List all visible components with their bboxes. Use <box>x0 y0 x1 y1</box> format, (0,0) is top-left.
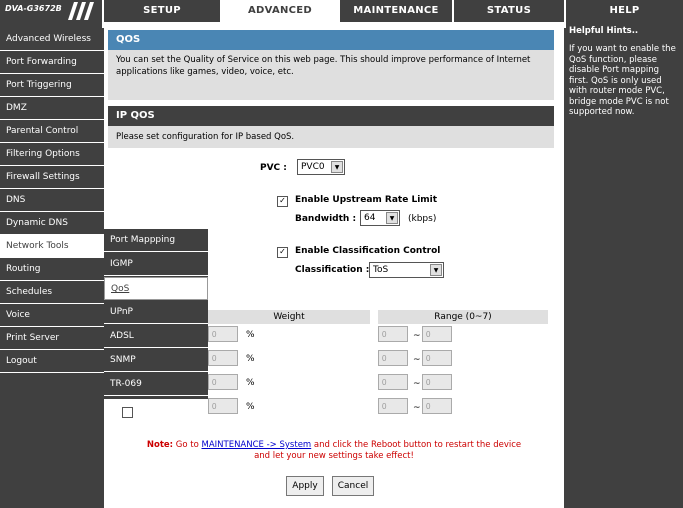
note-text: and let your new settings take effect! <box>254 451 414 461</box>
submenu-item-igmp[interactable]: IGMP <box>104 253 208 276</box>
range-header: Range (0~7) <box>378 310 548 324</box>
weight-input[interactable] <box>208 374 238 390</box>
sidebar-item-dns[interactable]: DNS <box>0 189 104 212</box>
ipqos-header-bar: IP QOS <box>108 106 554 126</box>
range-tilde: ~ <box>413 403 421 413</box>
sidebar-item-voice[interactable]: Voice <box>0 304 104 327</box>
range-from-input[interactable] <box>378 350 408 366</box>
row-checkbox[interactable] <box>122 407 133 418</box>
range-tilde: ~ <box>413 379 421 389</box>
tab-maintenance[interactable]: MAINTENANCE <box>338 0 452 22</box>
submenu-item-snmp[interactable]: SNMP <box>104 349 208 372</box>
sidebar-item-dynamic-dns[interactable]: Dynamic DNS <box>0 212 104 235</box>
range-from-input[interactable] <box>378 398 408 414</box>
range-to-input[interactable] <box>422 326 452 342</box>
classification-select[interactable]: ToS ▼ <box>369 262 444 278</box>
qos-section: QOS You can set the Quality of Service o… <box>108 30 554 100</box>
percent-label: % <box>246 354 255 364</box>
model-name: DVA-G3672B <box>5 4 62 13</box>
helpful-hints-panel: Helpful Hints.. If you want to enable th… <box>566 22 683 508</box>
percent-label: % <box>246 330 255 340</box>
chevron-down-icon: ▼ <box>430 264 442 276</box>
upstream-rate-checkbox[interactable]: ✓ <box>277 196 288 207</box>
bandwidth-select[interactable]: 64 ▼ <box>360 210 400 226</box>
range-tilde: ~ <box>413 355 421 365</box>
range-tilde: ~ <box>413 331 421 341</box>
reboot-note: Note: Go to MAINTENANCE -> System and cl… <box>104 440 564 462</box>
submenu-item-qos[interactable]: QoS <box>104 277 208 300</box>
sidebar-item-network-tools[interactable]: Network Tools <box>0 235 104 258</box>
percent-label: % <box>246 378 255 388</box>
bandwidth-unit: (kbps) <box>408 214 437 224</box>
submenu-item-upnp[interactable]: UPnP <box>104 301 208 324</box>
note-prefix: Note: <box>146 440 174 450</box>
classification-label: Classification : <box>295 265 370 275</box>
sidebar-item-routing[interactable]: Routing <box>0 258 104 281</box>
classification-checkbox[interactable]: ✓ <box>277 247 288 258</box>
upstream-rate-label: Enable Upstream Rate Limit <box>295 195 438 205</box>
range-to-input[interactable] <box>422 374 452 390</box>
tab-help[interactable]: HELP <box>564 0 683 22</box>
submenu-item-tr069[interactable]: TR-069 <box>104 373 208 396</box>
weight-header: Weight <box>208 310 370 324</box>
sidebar-item-firewall-settings[interactable]: Firewall Settings <box>0 166 104 189</box>
submenu-item-port-mapping[interactable]: Port Mappping <box>104 229 208 252</box>
range-to-input[interactable] <box>422 350 452 366</box>
chevron-down-icon: ▼ <box>331 161 343 173</box>
hints-title: Helpful Hints.. <box>569 26 639 36</box>
note-text: Go to <box>173 440 202 450</box>
tab-status[interactable]: STATUS <box>452 0 564 22</box>
sidebar-item-port-triggering[interactable]: Port Triggering <box>0 74 104 97</box>
sidebar-item-print-server[interactable]: Print Server <box>0 327 104 350</box>
sidebar-item-advanced-wireless[interactable]: Advanced Wireless <box>0 28 104 51</box>
logo-bars-icon <box>68 2 94 20</box>
sidebar-item-dmz[interactable]: DMZ <box>0 97 104 120</box>
ipqos-intro: Please set configuration for IP based Qo… <box>108 126 554 148</box>
classification-enable-label: Enable Classification Control <box>295 246 441 256</box>
submenu-item-adsl[interactable]: ADSL <box>104 325 208 348</box>
range-from-input[interactable] <box>378 326 408 342</box>
range-from-input[interactable] <box>378 374 408 390</box>
weight-input[interactable] <box>208 398 238 414</box>
sidebar-item-port-forwarding[interactable]: Port Forwarding <box>0 51 104 74</box>
maintenance-system-link[interactable]: MAINTENANCE -> System <box>202 440 312 450</box>
sidebar: Advanced Wireless Port Forwarding Port T… <box>0 28 104 508</box>
sidebar-item-parental-control[interactable]: Parental Control <box>0 120 104 143</box>
cancel-button[interactable]: Cancel <box>332 476 374 496</box>
pvc-label: PVC : <box>260 163 287 173</box>
bandwidth-label: Bandwidth : <box>295 214 357 224</box>
hints-text: If you want to enable the QoS function, … <box>569 44 676 117</box>
range-to-input[interactable] <box>422 398 452 414</box>
classification-value: ToS <box>373 265 389 275</box>
weight-input[interactable] <box>208 326 238 342</box>
percent-label: % <box>246 402 255 412</box>
apply-button[interactable]: Apply <box>286 476 324 496</box>
pvc-select-value: PVC0 <box>301 162 325 172</box>
ipqos-title: IP QOS <box>108 106 554 126</box>
weight-input[interactable] <box>208 350 238 366</box>
bandwidth-value: 64 <box>364 213 376 223</box>
chevron-down-icon: ▼ <box>386 212 398 224</box>
qos-title: QOS <box>108 30 554 50</box>
note-text: and click the Reboot button to restart t… <box>311 440 522 450</box>
pvc-select[interactable]: PVC0 ▼ <box>297 159 345 175</box>
brand-logo: DVA-G3672B <box>0 0 102 22</box>
sidebar-item-schedules[interactable]: Schedules <box>0 281 104 304</box>
network-tools-submenu: Port Mappping IGMP QoS UPnP ADSL SNMP TR… <box>104 229 208 399</box>
sidebar-item-logout[interactable]: Logout <box>0 350 104 373</box>
tab-setup[interactable]: SETUP <box>102 0 220 22</box>
qos-description: You can set the Quality of Service on th… <box>116 55 531 77</box>
sidebar-item-filtering-options[interactable]: Filtering Options <box>0 143 104 166</box>
